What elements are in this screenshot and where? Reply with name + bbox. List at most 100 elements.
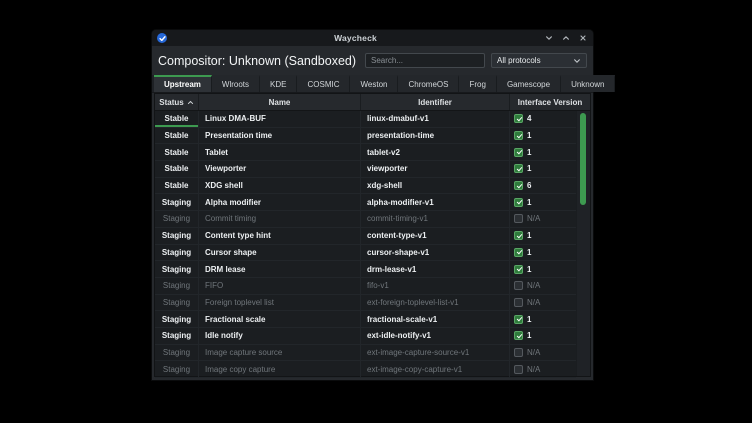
table-row[interactable]: Staging Image capture source ext-image-c…: [155, 345, 576, 362]
vertical-scrollbar[interactable]: [576, 111, 590, 376]
waycheck-window: Waycheck Compositor: Unknown (Sandboxed)…: [152, 30, 593, 380]
maximize-icon[interactable]: [561, 33, 571, 43]
column-header-name[interactable]: Name: [199, 94, 361, 110]
status-cell: Stable: [155, 144, 199, 160]
version-value: 1: [527, 198, 531, 207]
table-row[interactable]: Stable Viewporter viewporter 1: [155, 161, 576, 178]
tab-upstream[interactable]: Upstream: [154, 75, 212, 92]
version-cell: 1: [510, 128, 576, 144]
checkbox-unchecked-icon: [514, 214, 523, 223]
column-header-identifier-label: Identifier: [418, 98, 452, 107]
version-cell: 1: [510, 228, 576, 244]
version-value: N/A: [527, 298, 540, 307]
version-cell: 6: [510, 178, 576, 194]
version-cell: N/A: [510, 345, 576, 361]
checkbox-unchecked-icon: [514, 365, 523, 374]
version-cell: N/A: [510, 361, 576, 377]
name-cell: Tablet: [199, 144, 361, 160]
window-title: Waycheck: [167, 33, 544, 43]
table-row[interactable]: Stable Presentation time presentation-ti…: [155, 128, 576, 145]
table-row[interactable]: Staging Image copy capture ext-image-cop…: [155, 361, 576, 378]
identifier-cell: viewporter: [361, 161, 510, 177]
minimize-icon[interactable]: [544, 33, 554, 43]
version-value: 4: [527, 114, 531, 123]
sort-ascending-icon: [187, 99, 194, 106]
name-cell: Idle notify: [199, 328, 361, 344]
table-row[interactable]: Staging Alpha modifier alpha-modifier-v1…: [155, 194, 576, 211]
version-cell: 1: [510, 328, 576, 344]
status-cell: Staging: [155, 311, 199, 327]
status-cell: Staging: [155, 245, 199, 261]
status-cell: Stable: [155, 111, 199, 127]
version-value: 1: [527, 148, 531, 157]
column-header-interface-version[interactable]: Interface Version: [510, 94, 590, 110]
name-cell: XDG shell: [199, 178, 361, 194]
table-row[interactable]: Staging Fractional scale fractional-scal…: [155, 311, 576, 328]
column-header-status[interactable]: Status: [155, 94, 199, 110]
identifier-cell: fifo-v1: [361, 278, 510, 294]
table-row[interactable]: Staging Cursor shape cursor-shape-v1 1: [155, 245, 576, 262]
table-rows: Stable Linux DMA-BUF linux-dmabuf-v1 4 S…: [155, 111, 576, 376]
version-cell: 4: [510, 111, 576, 127]
status-cell: Staging: [155, 328, 199, 344]
version-value: N/A: [527, 348, 540, 357]
checkbox-unchecked-icon: [514, 348, 523, 357]
scrollbar-thumb[interactable]: [580, 113, 586, 205]
table-row[interactable]: Staging Commit timing commit-timing-v1 N…: [155, 211, 576, 228]
close-icon[interactable]: [578, 33, 588, 43]
tab-gamescope[interactable]: Gamescope: [497, 75, 561, 92]
table-row[interactable]: Stable Linux DMA-BUF linux-dmabuf-v1 4: [155, 111, 576, 128]
version-value: 1: [527, 131, 531, 140]
version-value: 1: [527, 265, 531, 274]
checkbox-checked-icon: [514, 131, 523, 140]
table-row[interactable]: Stable Tablet tablet-v2 1: [155, 144, 576, 161]
identifier-cell: content-type-v1: [361, 228, 510, 244]
identifier-cell: ext-foreign-toplevel-list-v1: [361, 295, 510, 311]
compositor-tabbar: Upstream Wlroots KDE COSMIC Weston Chrom…: [152, 75, 593, 93]
name-cell: Commit timing: [199, 211, 361, 227]
version-value: 1: [527, 164, 531, 173]
table-row[interactable]: Staging DRM lease drm-lease-v1 1: [155, 261, 576, 278]
table-row[interactable]: Stable XDG shell xdg-shell 6: [155, 178, 576, 195]
version-value: N/A: [527, 365, 540, 374]
name-cell: Alpha modifier: [199, 194, 361, 210]
status-cell: Staging: [155, 295, 199, 311]
version-value: N/A: [527, 214, 540, 223]
version-cell: 1: [510, 311, 576, 327]
protocol-filter-value: All protocols: [497, 56, 569, 65]
status-cell: Stable: [155, 128, 199, 144]
version-cell: 1: [510, 261, 576, 277]
tab-frog[interactable]: Frog: [459, 75, 496, 92]
column-header-status-label: Status: [159, 98, 183, 107]
protocol-filter-dropdown[interactable]: All protocols: [491, 53, 587, 68]
identifier-cell: fractional-scale-v1: [361, 311, 510, 327]
status-cell: Staging: [155, 278, 199, 294]
tab-unknown[interactable]: Unknown: [561, 75, 615, 92]
checkbox-checked-icon: [514, 248, 523, 257]
identifier-cell: tablet-v2: [361, 144, 510, 160]
compositor-label: Compositor: Unknown (Sandboxed): [158, 54, 359, 68]
column-header-identifier[interactable]: Identifier: [361, 94, 510, 110]
waycheck-app-icon: [157, 33, 167, 43]
titlebar[interactable]: Waycheck: [152, 30, 593, 46]
table-row[interactable]: Staging Content type hint content-type-v…: [155, 228, 576, 245]
table-row[interactable]: Staging Foreign toplevel list ext-foreig…: [155, 295, 576, 312]
tab-wlroots[interactable]: Wlroots: [212, 75, 260, 92]
version-value: 1: [527, 315, 531, 324]
table-row[interactable]: Staging FIFO fifo-v1 N/A: [155, 278, 576, 295]
tab-chromeos[interactable]: ChromeOS: [398, 75, 459, 92]
tab-cosmic[interactable]: COSMIC: [297, 75, 350, 92]
version-cell: N/A: [510, 278, 576, 294]
tab-weston[interactable]: Weston: [350, 75, 398, 92]
tab-kde[interactable]: KDE: [260, 75, 297, 92]
table-body: Stable Linux DMA-BUF linux-dmabuf-v1 4 S…: [155, 111, 590, 376]
status-cell: Staging: [155, 361, 199, 377]
name-cell: Viewporter: [199, 161, 361, 177]
search-input[interactable]: [365, 53, 485, 68]
checkbox-checked-icon: [514, 231, 523, 240]
version-cell: N/A: [510, 295, 576, 311]
name-cell: Image copy capture: [199, 361, 361, 377]
table-row[interactable]: Staging Idle notify ext-idle-notify-v1 1: [155, 328, 576, 345]
checkbox-checked-icon: [514, 164, 523, 173]
version-cell: 1: [510, 161, 576, 177]
